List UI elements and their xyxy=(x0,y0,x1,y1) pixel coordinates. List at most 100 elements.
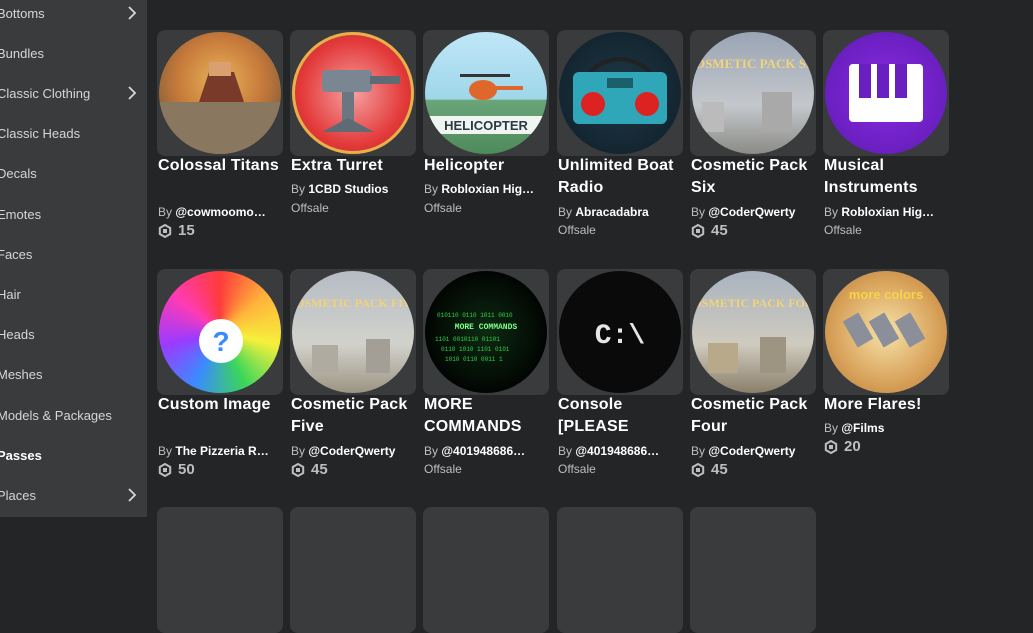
sidebar-item-bottoms[interactable]: Bottoms xyxy=(0,0,147,29)
item-price: 45 xyxy=(691,461,728,478)
item-card-extra-turret[interactable]: Extra Turret By 1CBD Studios Offsale xyxy=(290,30,416,247)
sidebar-item-meshes[interactable]: Meshes xyxy=(0,358,147,390)
item-thumbnail[interactable]: more colors xyxy=(823,269,949,395)
item-card-partial[interactable] xyxy=(157,507,283,633)
item-name[interactable]: Console [PLEASE xyxy=(558,394,683,438)
robux-icon xyxy=(691,462,705,477)
turret-image xyxy=(292,32,414,154)
matrix-image: 010110 0110 1011 0010 1101 0010110 01101 0… xyxy=(425,271,547,393)
pack-five-image: COSMETIC PACK FIVE xyxy=(292,271,414,393)
item-card-partial[interactable] xyxy=(290,507,416,633)
item-thumbnail[interactable]: COSMETIC PACK SIX xyxy=(690,30,816,156)
svg-text:010110 0110 1011 0010: 010110 0110 1011 0010 xyxy=(437,312,513,319)
item-card-cosmetic-pack-four[interactable]: COSMETIC PACK FOUR Cosmetic Pack Four By… xyxy=(690,269,816,486)
rainbow-image: ? xyxy=(159,271,281,393)
item-creator[interactable]: By 1CBD Studios xyxy=(291,182,416,196)
item-thumbnail[interactable]: ? xyxy=(157,269,283,395)
offsale-label: Offsale xyxy=(424,201,462,215)
item-card-partial[interactable] xyxy=(423,507,549,633)
item-card-partial[interactable] xyxy=(557,507,683,633)
item-thumbnail[interactable] xyxy=(290,507,416,633)
titan-image xyxy=(159,32,281,154)
sidebar-item-label: Emotes xyxy=(0,206,42,222)
item-thumbnail[interactable]: HELICOPTER xyxy=(423,30,549,156)
item-name[interactable]: Unlimited Boat Radio xyxy=(558,155,683,199)
sidebar-item-bundles[interactable]: Bundles xyxy=(0,37,147,69)
item-creator[interactable]: By Robloxian Hig… xyxy=(824,205,949,219)
item-thumbnail[interactable] xyxy=(690,507,816,633)
sidebar-item-label: Hair xyxy=(0,286,21,302)
item-card-more-commands[interactable]: 010110 0110 1011 0010 1101 0010110 01101 0… xyxy=(423,269,549,486)
item-thumbnail[interactable] xyxy=(423,507,549,633)
item-name[interactable]: Musical Instruments xyxy=(824,155,949,199)
item-name[interactable]: More Flares! xyxy=(824,394,949,416)
sidebar-item-models-packages[interactable]: Models & Packages xyxy=(0,399,147,431)
item-thumbnail[interactable] xyxy=(157,30,283,156)
item-creator[interactable]: By @401948686… xyxy=(424,444,549,458)
radio-image xyxy=(559,32,681,154)
item-thumbnail[interactable] xyxy=(290,30,416,156)
item-creator[interactable]: By @cowmoomo… xyxy=(158,205,283,219)
item-thumbnail[interactable] xyxy=(157,507,283,633)
item-creator[interactable]: By @CoderQwerty xyxy=(691,444,816,458)
item-card-partial[interactable] xyxy=(690,507,816,633)
item-creator[interactable]: By Abracadabra xyxy=(558,205,683,219)
item-thumbnail[interactable]: COSMETIC PACK FIVE xyxy=(290,269,416,395)
item-thumbnail[interactable]: COSMETIC PACK FOUR xyxy=(690,269,816,395)
thumbnail-caption: C:\ xyxy=(595,321,645,352)
item-card-helicopter[interactable]: HELICOPTER Helicopter By Robloxian Hig… … xyxy=(423,30,549,247)
item-card-more-flares[interactable]: more colors More Flares! By @Films 20 xyxy=(823,269,949,486)
sidebar-item-faces[interactable]: Faces xyxy=(0,238,147,270)
item-thumbnail[interactable] xyxy=(557,30,683,156)
sidebar-item-label: Meshes xyxy=(0,366,43,382)
item-name[interactable]: Custom Image xyxy=(158,394,283,416)
item-name[interactable]: Colossal Titans xyxy=(158,155,283,177)
sidebar-item-passes[interactable]: Passes xyxy=(0,439,147,471)
item-creator[interactable]: By @401948686… xyxy=(558,444,683,458)
sidebar-item-label: Decals xyxy=(0,165,37,181)
item-creator[interactable]: By @Films xyxy=(824,421,949,435)
item-creator[interactable]: By @CoderQwerty xyxy=(291,444,416,458)
offsale-label: Offsale xyxy=(291,201,329,215)
item-name[interactable]: Extra Turret xyxy=(291,155,416,177)
sidebar-item-classic-clothing[interactable]: Classic Clothing xyxy=(0,77,147,109)
item-thumbnail[interactable]: 010110 0110 1011 0010 1101 0010110 01101 0… xyxy=(423,269,549,395)
item-name[interactable]: Cosmetic Pack Four xyxy=(691,394,816,438)
chevron-right-icon xyxy=(128,86,137,100)
sidebar-item-heads[interactable]: Heads xyxy=(0,318,147,350)
item-card-console[interactable]: C:\ Console [PLEASE By @401948686… Offsa… xyxy=(557,269,683,486)
item-thumbnail[interactable] xyxy=(823,30,949,156)
item-name[interactable]: MORE COMMANDS xyxy=(424,394,549,438)
sidebar-item-label: Bottoms xyxy=(0,5,45,21)
item-card-colossal-titans[interactable]: Colossal Titans By @cowmoomo… 15 xyxy=(157,30,283,247)
item-card-custom-image[interactable]: ? Custom Image By The Pizzeria R… 50 xyxy=(157,269,283,486)
item-card-cosmetic-pack-five[interactable]: COSMETIC PACK FIVE Cosmetic Pack Five By… xyxy=(290,269,416,486)
item-card-musical-instruments[interactable]: Musical Instruments By Robloxian Hig… Of… xyxy=(823,30,949,247)
item-thumbnail[interactable] xyxy=(557,507,683,633)
chevron-right-icon xyxy=(128,6,137,20)
item-creator[interactable]: By The Pizzeria R… xyxy=(158,444,283,458)
chevron-right-icon xyxy=(128,488,137,502)
item-creator[interactable]: By @CoderQwerty xyxy=(691,205,816,219)
sidebar-item-places[interactable]: Places xyxy=(0,479,147,511)
flares-image: more colors xyxy=(825,271,947,393)
svg-text:1101 0010110 01101: 1101 0010110 01101 xyxy=(435,336,500,343)
sidebar-item-decals[interactable]: Decals xyxy=(0,157,147,189)
item-card-boat-radio[interactable]: Unlimited Boat Radio By Abracadabra Offs… xyxy=(557,30,683,247)
sidebar-item-label: Classic Heads xyxy=(0,125,81,141)
item-price: 45 xyxy=(291,461,328,478)
sidebar-item-classic-heads[interactable]: Classic Heads xyxy=(0,117,147,149)
item-name[interactable]: Helicopter xyxy=(424,155,549,177)
item-card-cosmetic-pack-six[interactable]: COSMETIC PACK SIX Cosmetic Pack Six By @… xyxy=(690,30,816,247)
offsale-label: Offsale xyxy=(424,462,462,476)
sidebar-item-emotes[interactable]: Emotes xyxy=(0,198,147,230)
sidebar-item-label: Passes xyxy=(0,447,42,463)
sidebar-item-hair[interactable]: Hair xyxy=(0,278,147,310)
item-name[interactable]: Cosmetic Pack Six xyxy=(691,155,816,199)
sidebar-item-label: Heads xyxy=(0,326,35,342)
item-thumbnail[interactable]: C:\ xyxy=(557,269,683,395)
item-name[interactable]: Cosmetic Pack Five xyxy=(291,394,416,438)
svg-text:1010 0110 0011 1: 1010 0110 0011 1 xyxy=(445,356,503,363)
robux-icon xyxy=(158,223,172,238)
item-creator[interactable]: By Robloxian Hig… xyxy=(424,182,549,196)
